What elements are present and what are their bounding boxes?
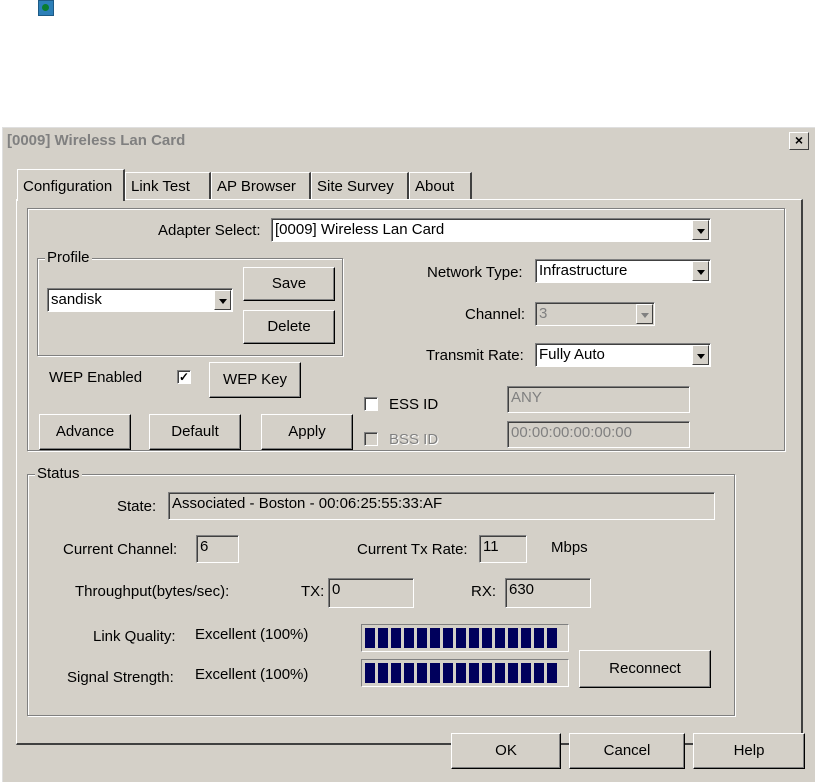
wep-enabled-label: WEP Enabled (49, 369, 143, 386)
bar-segment (495, 628, 505, 648)
tab-link-test[interactable]: Link Test (125, 172, 211, 199)
bar-segment (378, 663, 388, 683)
chevron-down-icon[interactable] (692, 220, 709, 240)
bar-segment (430, 663, 440, 683)
chevron-down-icon[interactable] (692, 345, 709, 365)
signal-strength-label: Signal Strength: (67, 669, 174, 686)
transmit-rate-select[interactable]: Fully Auto (535, 343, 711, 367)
network-type-select[interactable]: Infrastructure (535, 259, 711, 283)
bar-segment (469, 663, 479, 683)
rx-field: 630 (505, 578, 591, 608)
state-field: Associated - Boston - 00:06:25:55:33:AF (168, 492, 715, 520)
wep-enabled-checkbox[interactable]: ✓ (177, 370, 191, 384)
profile-legend: Profile (45, 249, 92, 266)
bar-segment (482, 663, 492, 683)
bar-segment (404, 628, 414, 648)
delete-button[interactable]: Delete (243, 310, 335, 344)
ok-button[interactable]: OK (451, 733, 561, 769)
signal-strength-bar (361, 659, 569, 687)
bss-id-label: BSS ID (389, 431, 439, 448)
link-quality-label: Link Quality: (93, 628, 176, 645)
default-button[interactable]: Default (149, 414, 241, 450)
adapter-select-value: [0009] Wireless Lan Card (275, 221, 445, 238)
tab-ap-browser[interactable]: AP Browser (211, 172, 311, 199)
bar-segment (417, 663, 427, 683)
tab-configuration[interactable]: Configuration (17, 169, 125, 201)
advance-button[interactable]: Advance (39, 414, 131, 450)
current-tx-rate-label: Current Tx Rate: (357, 541, 468, 558)
apply-button[interactable]: Apply (261, 414, 353, 450)
bar-segment (521, 628, 531, 648)
ess-id-label: ESS ID (389, 396, 439, 413)
cancel-button[interactable]: Cancel (569, 733, 685, 769)
link-quality-bar (361, 624, 569, 652)
wireless-tray-icon[interactable] (38, 0, 54, 16)
wep-key-button[interactable]: WEP Key (209, 362, 301, 398)
save-button[interactable]: Save (243, 267, 335, 301)
bar-segment (521, 663, 531, 683)
bar-segment (469, 628, 479, 648)
profile-select[interactable]: sandisk (47, 288, 233, 312)
channel-select[interactable]: 3 (535, 302, 655, 326)
current-tx-rate-field: 11 (479, 535, 527, 563)
bar-segment (482, 628, 492, 648)
bar-segment (365, 628, 375, 648)
bar-segment (378, 628, 388, 648)
bss-id-field[interactable]: 00:00:00:00:00:00 (507, 421, 690, 448)
bar-segment (391, 628, 401, 648)
tab-about[interactable]: About (409, 172, 472, 199)
chevron-down-icon[interactable] (636, 304, 653, 324)
tx-rate-unit: Mbps (551, 539, 588, 556)
current-channel-label: Current Channel: (63, 541, 178, 558)
bar-segment (443, 663, 453, 683)
window-title: [0009] Wireless Lan Card (7, 132, 186, 149)
tab-site-survey[interactable]: Site Survey (311, 172, 409, 199)
close-icon[interactable]: × (789, 132, 809, 150)
bar-segment (534, 663, 544, 683)
title-bar: [0009] Wireless Lan Card × (3, 128, 815, 156)
bar-segment (391, 663, 401, 683)
bar-segment (508, 628, 518, 648)
channel-label: Channel: (465, 306, 526, 323)
network-type-label: Network Type: (427, 264, 523, 281)
bar-segment (404, 663, 414, 683)
bar-segment (456, 628, 466, 648)
bss-id-checkbox[interactable] (364, 432, 378, 446)
chevron-down-icon[interactable] (214, 290, 231, 310)
wireless-lan-dialog: [0009] Wireless Lan Card × Configuration… (2, 127, 815, 782)
bar-segment (417, 628, 427, 648)
profile-select-value: sandisk (51, 291, 102, 308)
bar-segment (443, 628, 453, 648)
bar-segment (365, 663, 375, 683)
bar-segment (547, 628, 557, 648)
link-quality-value: Excellent (100%) (195, 626, 309, 643)
adapter-select-label: Adapter Select: (158, 222, 261, 239)
adapter-select[interactable]: [0009] Wireless Lan Card (271, 218, 711, 242)
current-channel-field: 6 (196, 535, 239, 563)
network-type-value: Infrastructure (539, 262, 628, 279)
help-button[interactable]: Help (693, 733, 805, 769)
bar-segment (456, 663, 466, 683)
transmit-rate-label: Transmit Rate: (426, 347, 524, 364)
status-legend: Status (35, 465, 82, 482)
bar-segment (495, 663, 505, 683)
bar-segment (547, 663, 557, 683)
state-label: State: (117, 498, 157, 515)
ess-id-checkbox[interactable] (364, 397, 378, 411)
reconnect-button[interactable]: Reconnect (579, 650, 711, 688)
bar-segment (508, 663, 518, 683)
transmit-rate-value: Fully Auto (539, 346, 605, 363)
signal-strength-value: Excellent (100%) (195, 666, 309, 683)
bar-segment (430, 628, 440, 648)
throughput-label: Throughput(bytes/sec): (75, 583, 230, 600)
tx-label: TX: (301, 583, 325, 600)
chevron-down-icon[interactable] (692, 261, 709, 281)
channel-value: 3 (539, 305, 548, 322)
ess-id-field[interactable]: ANY (507, 386, 690, 413)
tx-field: 0 (328, 578, 414, 608)
rx-label: RX: (471, 583, 497, 600)
bar-segment (534, 628, 544, 648)
